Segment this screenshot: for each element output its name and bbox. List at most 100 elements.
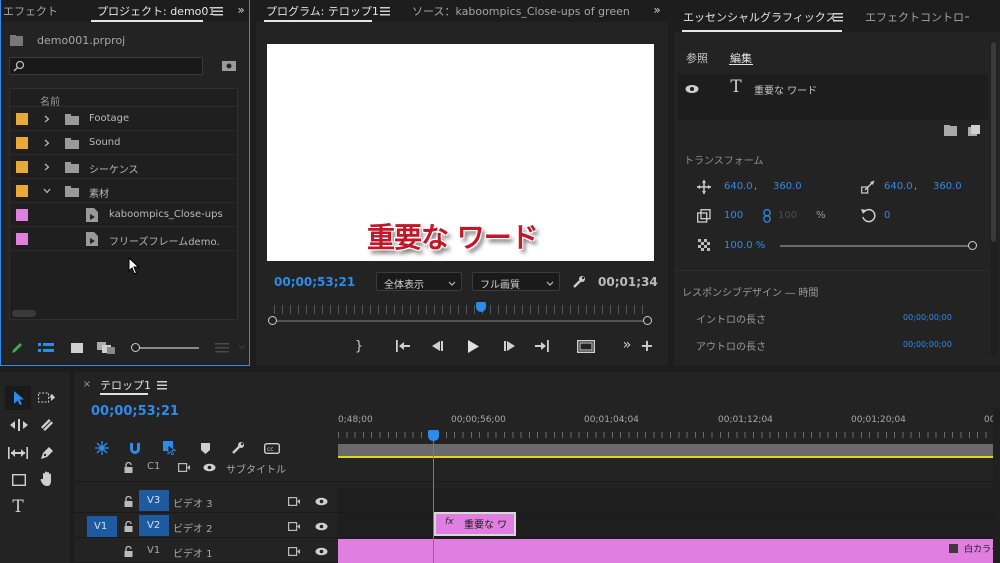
- program-timecode[interactable]: 00;00;53;21: [274, 275, 355, 289]
- anchor-x[interactable]: 640.0: [884, 181, 913, 192]
- monitor-playhead[interactable]: [476, 302, 486, 312]
- track-target-c1[interactable]: C1: [139, 458, 169, 479]
- track-output-icon[interactable]: [287, 495, 301, 507]
- new-layer-icon[interactable]: [966, 123, 982, 137]
- tab-source[interactable]: ソース：kaboompics_Close-ups of green pla: [406, 3, 630, 19]
- anchor-y[interactable]: 360.0: [933, 181, 962, 192]
- tab-essential-graphics[interactable]: エッセンシャルグラフィックス: [677, 9, 842, 25]
- chevron-down-icon[interactable]: [42, 185, 52, 197]
- chevron-right-icon[interactable]: [42, 161, 52, 173]
- selection-tool-icon[interactable]: [10, 389, 28, 407]
- list-item[interactable]: Sound: [9, 131, 237, 155]
- monitor-out-handle[interactable]: [643, 316, 652, 325]
- step-forward-icon[interactable]: [501, 338, 517, 354]
- list-item[interactable]: フリーズフレームdemo.: [9, 227, 237, 251]
- program-viewer[interactable]: 重要な ワード: [267, 44, 654, 261]
- track-eye-icon[interactable]: [202, 462, 216, 472]
- list-item[interactable]: Footage: [9, 107, 237, 131]
- lock-icon[interactable]: [122, 544, 134, 558]
- lock-icon[interactable]: [122, 494, 134, 508]
- track-output-icon[interactable]: [287, 545, 301, 557]
- footer-chevron-icon[interactable]: [237, 342, 247, 352]
- zoom-slider[interactable]: [131, 341, 199, 355]
- track-output-icon[interactable]: [287, 520, 301, 532]
- play-icon[interactable]: [465, 338, 481, 354]
- linked-selection-icon[interactable]: [162, 440, 178, 456]
- track-target-v1[interactable]: V1: [139, 540, 169, 561]
- monitor-scrub-bar[interactable]: [268, 300, 654, 328]
- lock-icon[interactable]: [122, 519, 134, 533]
- new-search-bin-icon[interactable]: [221, 58, 237, 72]
- razor-tool-icon[interactable]: [38, 416, 56, 434]
- layer-name[interactable]: 重要な ワード: [754, 82, 817, 97]
- list-item[interactable]: シーケンス: [9, 155, 237, 179]
- tab-effect-controls[interactable]: エフェクトコントロー: [859, 9, 969, 25]
- track-eye-icon[interactable]: [314, 546, 328, 556]
- monitor-in-handle[interactable]: [268, 316, 277, 325]
- label-color-swatch[interactable]: [16, 113, 28, 125]
- label-color-swatch[interactable]: [16, 137, 28, 149]
- track-eye-icon[interactable]: [314, 496, 328, 506]
- wrench-icon[interactable]: [571, 274, 587, 290]
- opacity-slider[interactable]: [780, 240, 980, 252]
- column-name-header[interactable]: 名前: [40, 93, 60, 108]
- work-area-bar[interactable]: [338, 444, 1000, 456]
- pencil-icon[interactable]: [9, 340, 25, 356]
- link-icon[interactable]: [762, 208, 772, 224]
- close-sequence-icon[interactable]: ×: [82, 378, 92, 390]
- eg-scrollbar[interactable]: [990, 40, 997, 356]
- mark-out-icon[interactable]: }: [352, 338, 366, 354]
- tab-effects[interactable]: エフェクト: [1, 3, 64, 19]
- lock-icon[interactable]: [122, 460, 134, 474]
- hand-tool-icon[interactable]: [38, 470, 56, 488]
- timeline-timecode[interactable]: 00;00;53;21: [91, 404, 179, 419]
- search-input[interactable]: [9, 57, 203, 75]
- monitor-more-icon[interactable]: »: [620, 336, 634, 354]
- timeline-scrollbar[interactable]: [993, 408, 1000, 563]
- pen-tool-icon[interactable]: [38, 444, 56, 462]
- new-layer-folder-icon[interactable]: [942, 123, 958, 137]
- ripple-edit-tool-icon[interactable]: [9, 416, 29, 434]
- chevron-right-icon[interactable]: [42, 137, 52, 149]
- button-editor-icon[interactable]: +: [640, 336, 654, 355]
- track-select-tool-icon[interactable]: [37, 389, 57, 407]
- export-frame-icon[interactable]: [576, 338, 596, 354]
- source-patch-v1[interactable]: V1: [87, 516, 117, 537]
- intro-value[interactable]: 00;00;00;00: [903, 313, 952, 322]
- panel-overflow-icon[interactable]: »: [234, 3, 248, 17]
- fit-select[interactable]: 全体表示: [376, 272, 462, 291]
- timeline-settings-icon[interactable]: [230, 440, 246, 456]
- subtab-browse[interactable]: 参照: [686, 50, 708, 66]
- clip-v1[interactable]: 白カラー: [338, 539, 1000, 563]
- label-color-swatch[interactable]: [16, 161, 28, 173]
- step-back-icon[interactable]: [430, 338, 446, 354]
- rotation-value[interactable]: 0: [884, 210, 890, 221]
- opacity-value[interactable]: 100.0 %: [724, 240, 765, 251]
- eg-menu-icon[interactable]: [832, 11, 844, 23]
- position-y[interactable]: 360.0: [773, 181, 802, 192]
- sequence-menu-icon[interactable]: [156, 379, 168, 391]
- list-item[interactable]: kaboompics_Close-ups: [9, 203, 237, 227]
- icon-view-icon[interactable]: [69, 340, 85, 356]
- freeform-view-icon[interactable]: [96, 340, 116, 356]
- label-color-swatch[interactable]: [16, 209, 28, 221]
- visibility-eye-icon[interactable]: [684, 82, 700, 96]
- label-color-swatch[interactable]: [16, 185, 28, 197]
- list-item[interactable]: 素材: [9, 179, 237, 203]
- label-color-swatch[interactable]: [16, 233, 28, 245]
- list-view-icon[interactable]: [38, 340, 54, 356]
- monitor-overflow-icon[interactable]: »: [650, 3, 664, 17]
- quality-select[interactable]: フル画質: [472, 272, 560, 291]
- snap-icon[interactable]: [127, 440, 143, 456]
- program-menu-icon[interactable]: [379, 5, 391, 17]
- track-output-icon[interactable]: [177, 461, 191, 473]
- track-target-v3[interactable]: V3: [139, 490, 169, 511]
- rectangle-tool-icon[interactable]: [10, 471, 28, 489]
- position-x[interactable]: 640.0: [724, 181, 753, 192]
- clip-v2[interactable]: fx 重要な ワ: [434, 512, 516, 536]
- tab-project[interactable]: プロジェクト: demo01: [91, 3, 221, 19]
- slip-tool-icon[interactable]: [7, 444, 29, 462]
- panel-menu-icon[interactable]: [212, 5, 224, 17]
- scale-value[interactable]: 100: [724, 210, 743, 221]
- add-marker-icon[interactable]: [198, 440, 212, 456]
